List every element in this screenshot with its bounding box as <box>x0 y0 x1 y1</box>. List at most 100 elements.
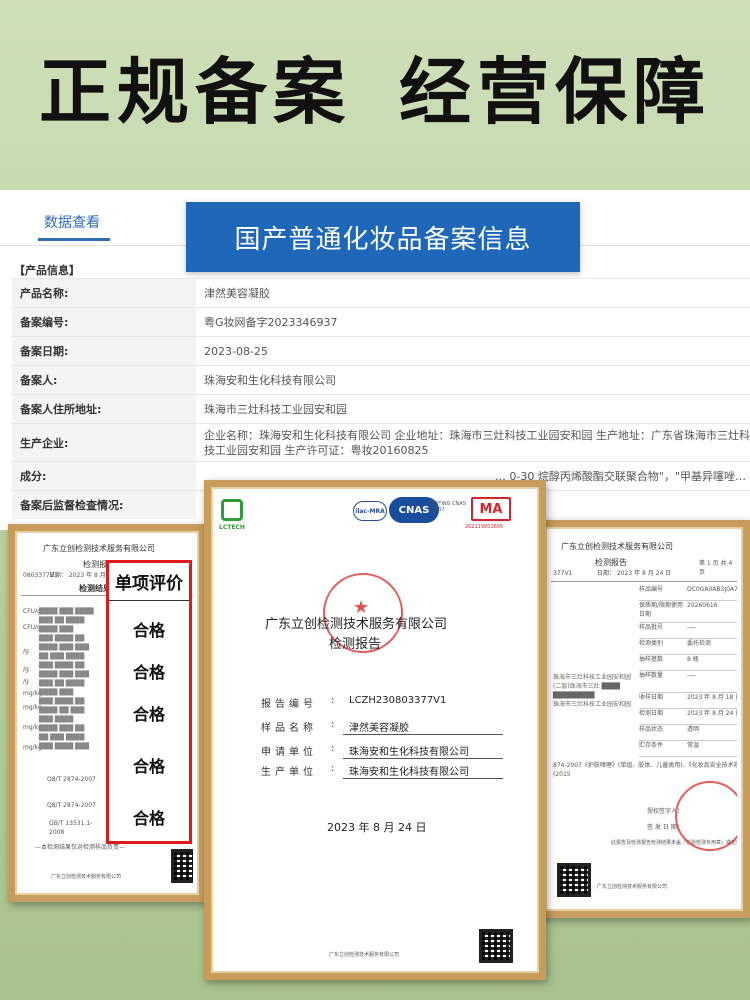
field-value: ---- <box>687 624 696 631</box>
headline-left: 正规备案 <box>38 49 351 134</box>
center-cert-footer: 广东立创检测技术服务有限公司 <box>329 952 400 958</box>
center-certificate: LCTECH ilac-MRA CNAS TESTING CNAS L3337 … <box>217 493 533 967</box>
row-value: 珠海市三灶科技工业园安和园 <box>204 403 347 416</box>
field-label: 生产单位 <box>261 767 317 778</box>
field-value: ---- <box>687 672 696 679</box>
row-value: 珠海安和生化科技有限公司 <box>204 374 336 387</box>
left-cert-company: 广东立创检测技术服务有限公司 <box>43 544 155 553</box>
field-key: 样品编号 <box>639 586 664 593</box>
evaluation-box: 单项评价 合格 合格 合格 合格 合格 <box>106 560 192 844</box>
page-headline: 正规备案 经营保障 <box>0 0 750 190</box>
right-cert-date: 日期： 2023 年 8 月 24 日 <box>597 570 672 577</box>
row-label: 成分: <box>12 462 196 490</box>
cma-number: 202119001605 <box>465 524 504 530</box>
cma-logo: MA <box>471 497 511 521</box>
field-value: 2023 年 8 月 24 日 <box>687 710 737 717</box>
row-label: 备案后监督检查情况: <box>12 491 196 519</box>
right-cert-footer: 广东立创检测技术服务有限公司 <box>597 884 668 890</box>
evaluation-title: 单项评价 <box>109 563 189 601</box>
field-key: 贮存条件 <box>639 742 664 749</box>
standard-ref: GB/T 13531.1-2008 <box>49 820 93 836</box>
row-value: 粤G妆网备字2023346937 <box>204 316 338 329</box>
right-cert-table: 样品编号 OC0GA0AB3J0A7A 保质期/限期使用日期 20260616 样品… <box>639 585 737 757</box>
standard-ref: Q8/T 2874-2007 <box>47 802 96 809</box>
registry-panel: 数据查看 国产普通化妆品备案信息 【产品信息】 产品名称: 津然美容凝胶 备案编… <box>0 190 750 530</box>
field-report-no: 报告编号 : LCZH230803377V1 <box>261 695 503 710</box>
standard-text: 874-2007《护肤啫喱》(单组、胶体、儿童类用)、《化妆品安全技术规范》(2… <box>553 762 737 778</box>
standard-ref: Q8/T 2874-2007 <box>47 776 96 783</box>
field-key: 抽样数量 <box>639 672 664 679</box>
tab-underline <box>38 238 110 241</box>
field-value: 8 瓶 <box>687 656 699 663</box>
field-label: 申请单位 <box>261 747 317 758</box>
right-certificate-frame: 广东立创检测技术服务有限公司 检测报告 377V1 第 1 页 共 4 页 日期… <box>538 520 750 918</box>
qr-code <box>171 849 193 883</box>
field-sample-name: 样品名称 : 津然美容凝胶 <box>261 719 503 735</box>
field-value: 2023 年 8 月 18 日 <box>687 694 737 701</box>
table-row: 产品名称: 津然美容凝胶 <box>12 278 750 307</box>
red-seal-stamp <box>675 781 737 851</box>
left-cert-footer: 广东立创检测技术服务有限公司 <box>51 874 122 880</box>
field-value: 委托检测 <box>687 640 712 647</box>
field-label: 样品名称 <box>261 723 317 734</box>
row-label: 备案人住所地址: <box>12 395 196 423</box>
row-label: 生产企业: <box>12 424 196 461</box>
field-applicant: 申请单位 : 珠海安和生化科技有限公司 <box>261 743 503 759</box>
registry-banner: 国产普通化妆品备案信息 <box>186 202 580 272</box>
qr-code <box>557 863 591 897</box>
center-certificate-frame: LCTECH ilac-MRA CNAS TESTING CNAS L3337 … <box>204 480 546 980</box>
evaluation-result: 合格 <box>132 705 165 724</box>
table-row: 备案日期: 2023-08-25 <box>12 336 750 365</box>
right-cert-title: 检测报告 <box>595 558 627 567</box>
evaluation-result: 合格 <box>132 757 165 776</box>
headline-right: 经营保障 <box>399 49 712 134</box>
qr-code <box>479 929 513 963</box>
field-key: 收样日期 <box>639 694 664 701</box>
field-value: LCZH230803377V1 <box>349 695 447 706</box>
field-key: 检测类别 <box>639 640 664 647</box>
unit-row: /g <box>23 648 29 655</box>
field-key: 样品状态 <box>639 726 664 733</box>
evaluation-result: 合格 <box>132 663 165 682</box>
field-value: 珠海安和生化科技有限公司 <box>343 763 503 779</box>
row-value: 企业名称：珠海安和生化科技有限公司 企业地址：珠海市三灶科技工业园安和园 生产地… <box>204 428 750 457</box>
left-cert-footnote: —本检测结果仅对检测样品负责— <box>35 844 126 851</box>
right-cert-report-no: 377V1 <box>553 570 573 577</box>
table-row: 生产企业: 企业名称：珠海安和生化科技有限公司 企业地址：珠海市三灶科技工业园安… <box>12 423 750 461</box>
field-value: 常温 <box>687 742 700 749</box>
field-key: 检测日期 <box>639 710 664 717</box>
field-key: 抽样基数 <box>639 656 664 663</box>
field-value: 20260616 <box>687 602 718 609</box>
field-value: 津然美容凝胶 <box>343 719 503 735</box>
table-row: 备案编号: 粤G妆网备字2023346937 <box>12 307 750 336</box>
row-label: 备案日期: <box>12 337 196 365</box>
right-cert-page: 第 1 页 共 4 页 <box>699 560 733 576</box>
tab-data-view[interactable]: 数据查看 <box>44 212 100 232</box>
unit-row: /g <box>23 666 29 673</box>
table-row: 备案人: 珠海安和生化科技有限公司 <box>12 365 750 394</box>
center-cert-date: 2023 年 8 月 24 日 <box>327 821 427 834</box>
center-cert-company: 广东立创检测技术服务有限公司 <box>265 617 448 632</box>
method-text-block: ████ ███ ████ ███ ██ ████ ████ ███ ███ ████… <box>39 608 94 750</box>
row-value: 2023-08-25 <box>204 344 268 358</box>
evaluation-result: 合格 <box>132 621 165 640</box>
field-manufacturer: 生产单位 : 珠海安和生化科技有限公司 <box>261 763 503 779</box>
row-label: 备案人: <box>12 366 196 394</box>
section-title: 【产品信息】 <box>14 264 80 277</box>
ilac-mra-logo: ilac-MRA <box>353 501 387 521</box>
table-row: 备案人住所地址: 珠海市三灶科技工业园安和园 <box>12 394 750 423</box>
field-value: OC0GA0AB3J0A7A <box>687 586 737 593</box>
divider <box>551 581 737 582</box>
lctech-logo-icon <box>221 499 243 521</box>
field-value: 珠海安和生化科技有限公司 <box>343 743 503 759</box>
center-cert-title: 检测报告 <box>329 637 382 652</box>
field-key: 样品批号 <box>639 624 664 631</box>
right-certificate: 广东立创检测技术服务有限公司 检测报告 377V1 第 1 页 共 4 页 日期… <box>551 533 737 905</box>
row-label: 产品名称: <box>12 279 196 307</box>
field-value: 透明 <box>687 726 700 733</box>
right-cert-company: 广东立创检测技术服务有限公司 <box>561 542 673 551</box>
field-key: 保质期/限期使用日期 <box>639 602 684 618</box>
row-value: 津然美容凝胶 <box>204 287 270 300</box>
address-block: 珠海市三灶科技工业园安和园 (二层)珠海市三灶 ████ █████████ 珠海市三… <box>553 674 632 708</box>
field-label: 报告编号 <box>261 699 317 710</box>
